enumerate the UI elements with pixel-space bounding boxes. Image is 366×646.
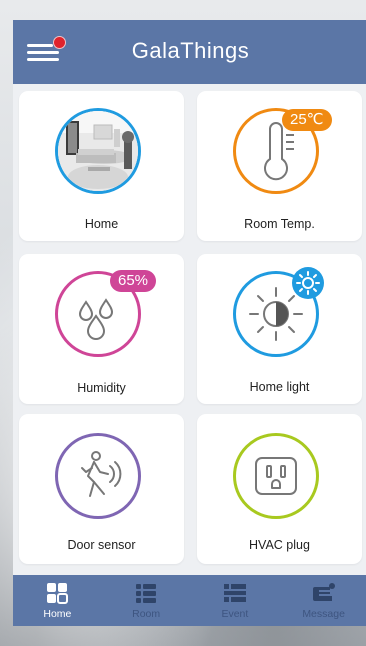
card-label: Humidity <box>77 381 126 395</box>
card-label: Home <box>84 217 119 231</box>
card-label: Room Temp. <box>244 217 315 231</box>
temperature-badge: 25℃ <box>282 109 332 131</box>
card-humidity[interactable]: 65% Humidity <box>19 254 184 404</box>
tab-label: Home <box>43 608 72 620</box>
app-screen: GalaThings Home 25℃ Room Temp. 65% Humid… <box>13 20 366 626</box>
tab-label: Message <box>302 608 345 620</box>
bottom-tab-bar: Home Room Event Message <box>13 575 366 626</box>
app-title: GalaThings <box>131 38 250 63</box>
grid-icon <box>47 583 69 604</box>
card-door-sensor[interactable]: Door sensor <box>19 414 184 564</box>
message-icon <box>312 583 335 601</box>
power-outlet-icon <box>255 457 297 495</box>
card-home-light[interactable]: Home light <box>197 254 362 404</box>
card-label: HVAC plug <box>249 538 310 552</box>
app-bar: GalaThings <box>13 20 366 84</box>
card-hvac-plug[interactable]: HVAC plug <box>197 414 362 564</box>
hvac-plug-ring <box>233 433 319 519</box>
tab-label: Room <box>132 608 161 620</box>
card-room-temp[interactable]: 25℃ Room Temp. <box>197 91 362 241</box>
living-room-image <box>58 111 138 191</box>
list-icon <box>136 584 157 603</box>
home-photo <box>55 108 141 194</box>
walking-person-icon <box>81 451 122 497</box>
tab-room[interactable]: Room <box>102 575 191 626</box>
card-label: Door sensor <box>67 538 136 552</box>
tab-event[interactable]: Event <box>191 575 280 626</box>
card-home[interactable]: Home <box>19 91 184 241</box>
tab-label: Event <box>221 608 249 620</box>
tab-home[interactable]: Home <box>13 575 102 626</box>
card-label: Home light <box>249 380 310 394</box>
sun-icon <box>296 271 320 295</box>
door-sensor-ring <box>55 433 141 519</box>
humidity-badge: 65% <box>110 270 157 292</box>
sun-badge <box>292 267 324 299</box>
event-list-icon <box>223 584 246 602</box>
tab-message[interactable]: Message <box>279 575 366 626</box>
